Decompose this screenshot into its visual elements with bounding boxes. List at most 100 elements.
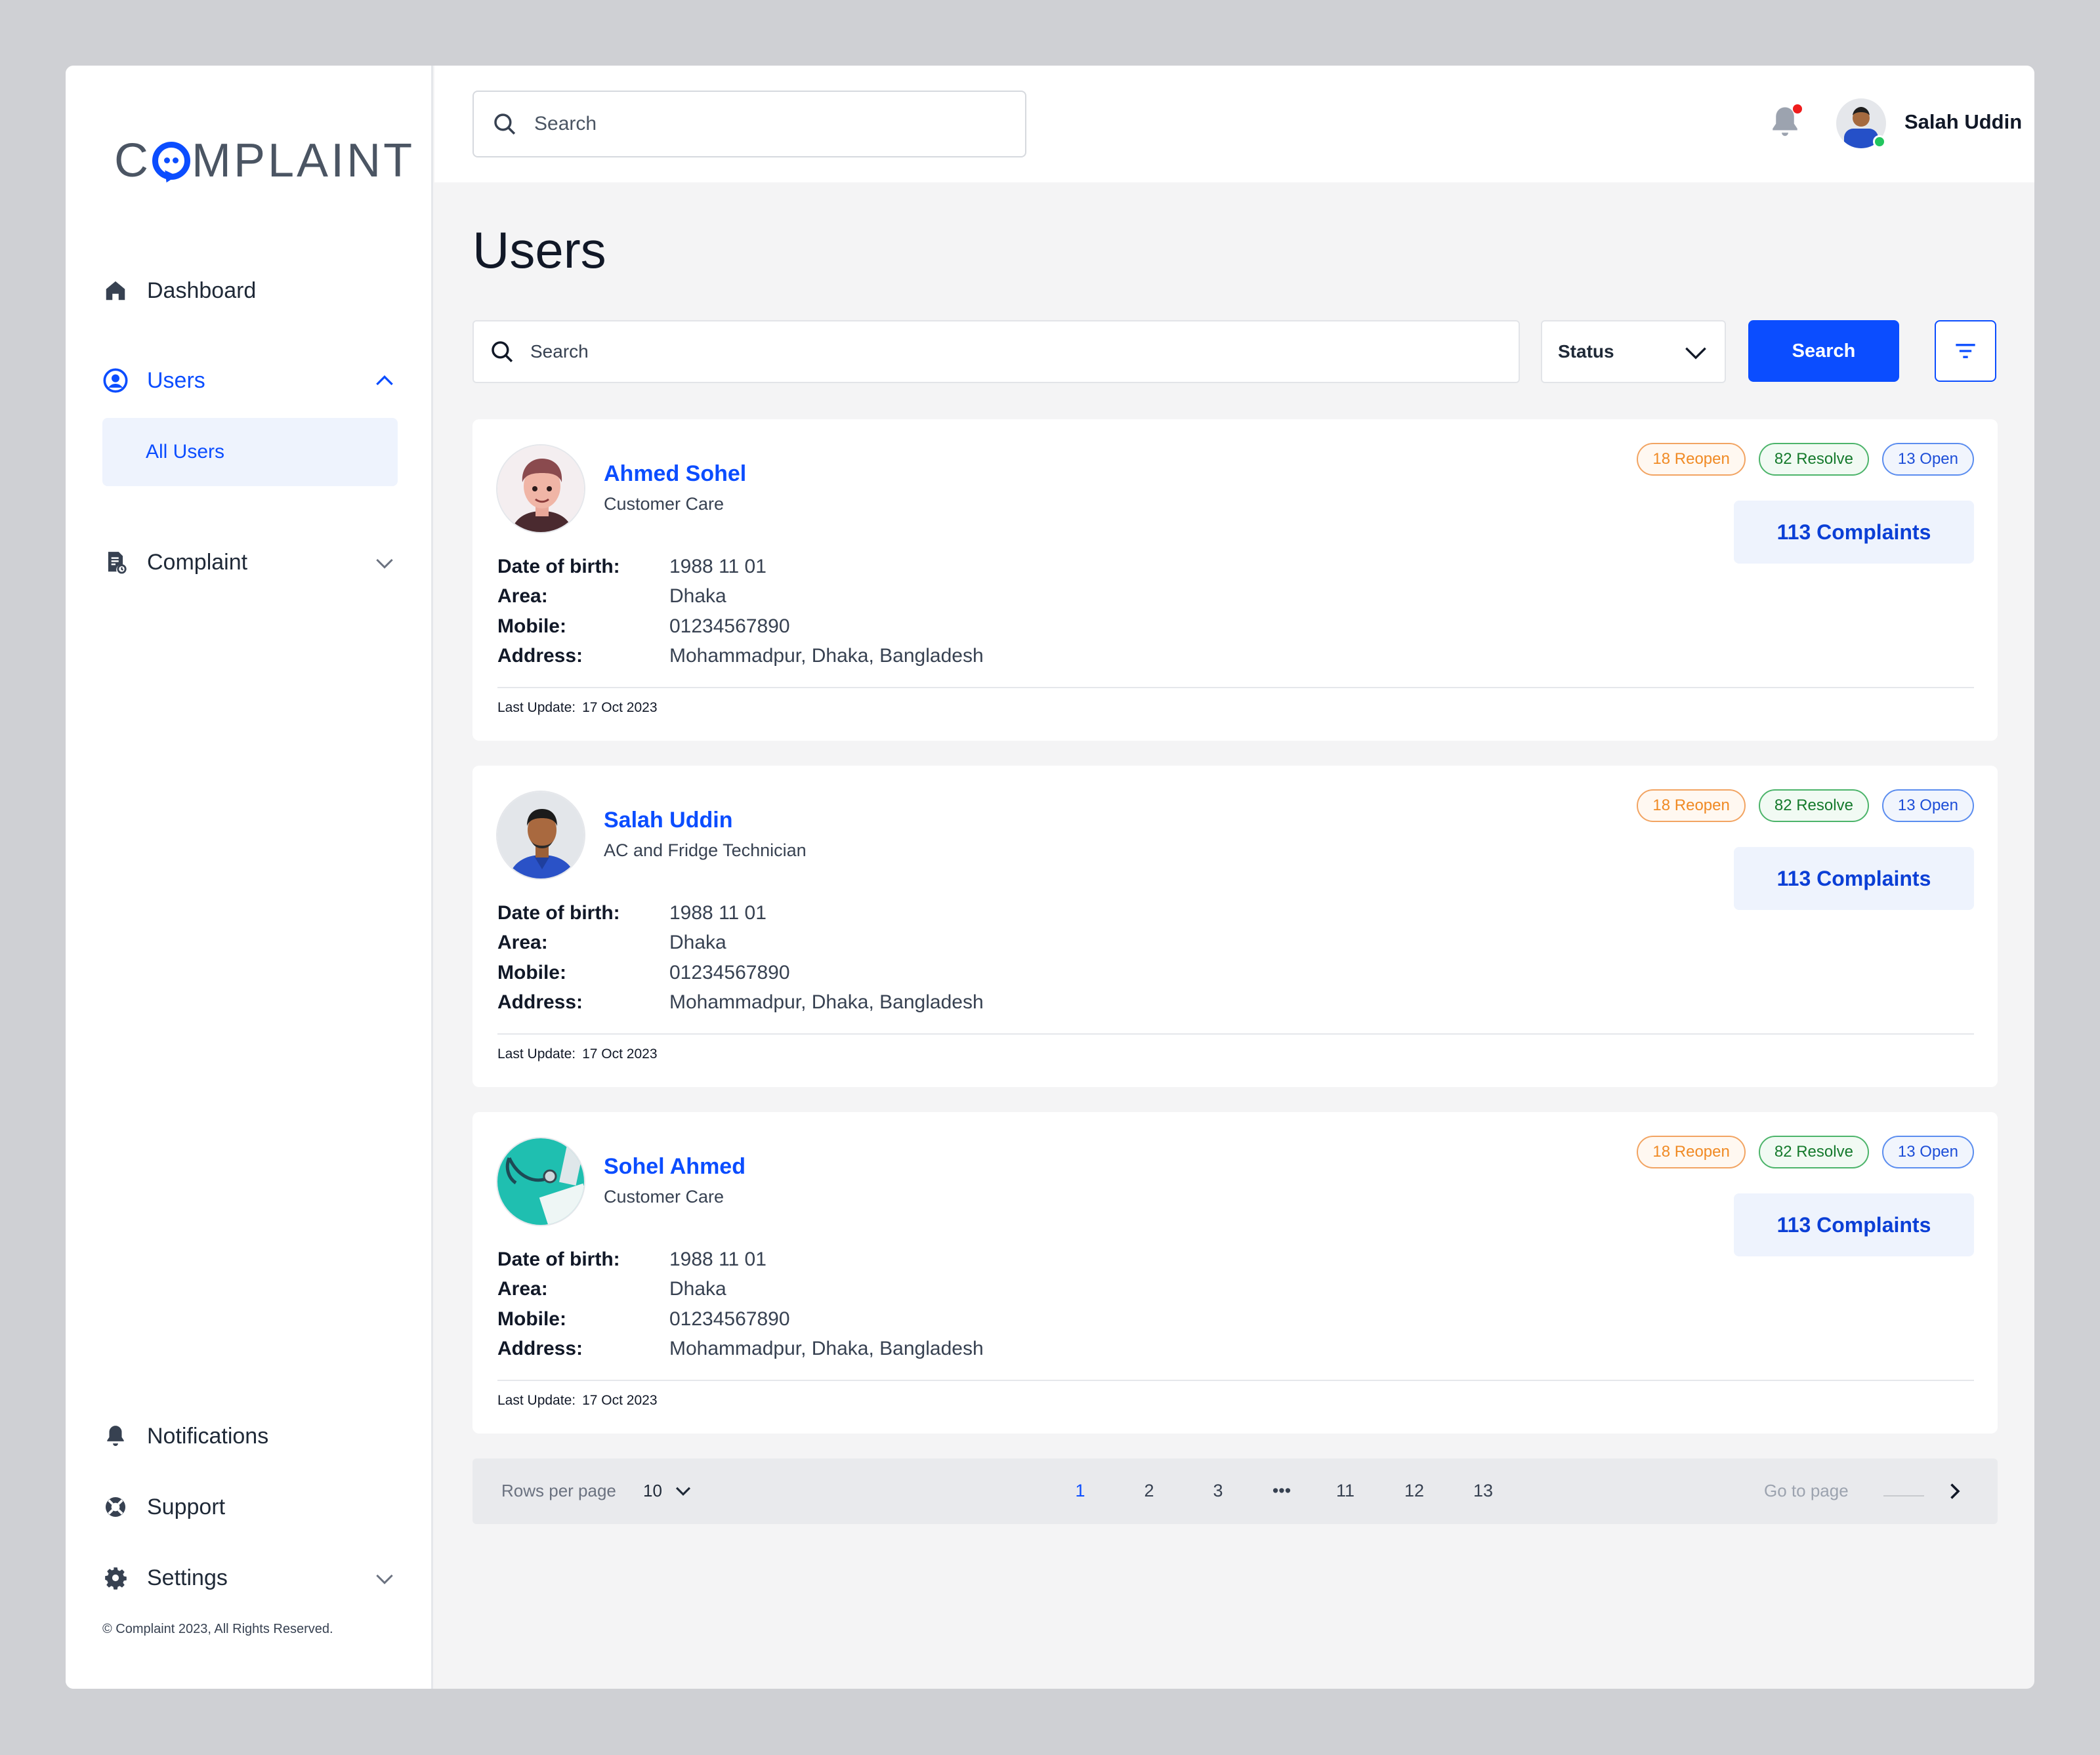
area-value: Dhaka bbox=[669, 932, 726, 954]
logo-prefix: C bbox=[114, 134, 151, 187]
dob-value: 1988 11 01 bbox=[669, 901, 766, 924]
sidebar-item-dashboard[interactable]: Dashboard bbox=[102, 268, 398, 314]
user-name[interactable]: Sohel Ahmed bbox=[604, 1154, 746, 1180]
bell-icon bbox=[102, 1423, 129, 1449]
avatar[interactable] bbox=[496, 1137, 585, 1226]
area-label: Area: bbox=[497, 1278, 548, 1300]
avatar[interactable] bbox=[496, 444, 585, 533]
resolve-badge[interactable]: 82 Resolve bbox=[1758, 443, 1869, 476]
chevron-down-icon bbox=[1685, 347, 1706, 360]
sidebar-item-support[interactable]: Support bbox=[102, 1484, 398, 1530]
home-icon bbox=[102, 278, 129, 304]
last-update: Last Update: 17 Oct 2023 bbox=[497, 1393, 658, 1409]
logo-suffix: MPLAINT bbox=[192, 134, 415, 187]
last-update: Last Update: 17 Oct 2023 bbox=[497, 1046, 658, 1062]
dob-label: Date of birth: bbox=[497, 555, 620, 577]
sidebar-item-complaint[interactable]: Complaint bbox=[102, 539, 398, 585]
global-search-input[interactable] bbox=[534, 113, 994, 135]
sidebar-item-notifications[interactable]: Notifications bbox=[102, 1413, 398, 1459]
chevron-down-icon[interactable] bbox=[371, 550, 398, 576]
sidebar-subitem-all-users[interactable]: All Users bbox=[102, 418, 398, 486]
complaints-button[interactable]: 113 Complaints bbox=[1734, 847, 1974, 910]
notification-dot bbox=[1793, 104, 1802, 114]
user-info: Date of birth: 1988 11 01 Area: Dhaka Mobi… bbox=[497, 898, 984, 1018]
filter-icon bbox=[1956, 344, 1975, 358]
resolve-badge[interactable]: 82 Resolve bbox=[1758, 789, 1869, 822]
user-card: Sohel Ahmed Customer Care 18 Reopen 82 R… bbox=[472, 1112, 1998, 1434]
search-button[interactable]: Search bbox=[1748, 320, 1899, 382]
chevron-down-icon[interactable] bbox=[672, 1479, 694, 1502]
sidebar-item-label: Settings bbox=[147, 1565, 228, 1590]
user-circle-icon bbox=[102, 367, 129, 394]
area-label: Area: bbox=[497, 932, 548, 954]
user-name[interactable]: Salah Uddin bbox=[604, 808, 732, 833]
dob-label: Date of birth: bbox=[497, 1248, 620, 1270]
sidebar-item-settings[interactable]: Settings bbox=[102, 1555, 398, 1601]
open-badge[interactable]: 13 Open bbox=[1881, 1136, 1974, 1168]
address-label: Address: bbox=[497, 1338, 583, 1360]
user-info: Date of birth: 1988 11 01 Area: Dhaka Mobi… bbox=[497, 1245, 984, 1364]
last-update-value: 17 Oct 2023 bbox=[582, 1393, 658, 1408]
user-role: AC and Fridge Technician bbox=[604, 840, 807, 860]
last-update: Last Update: 17 Oct 2023 bbox=[497, 700, 658, 716]
mobile-value: 01234567890 bbox=[669, 1308, 790, 1330]
filter-button[interactable] bbox=[1935, 320, 1996, 382]
complaints-button[interactable]: 113 Complaints bbox=[1734, 501, 1974, 564]
last-update-label: Last Update: bbox=[497, 1046, 576, 1062]
status-badges: 18 Reopen 82 Resolve 13 Open bbox=[1637, 1136, 1974, 1168]
global-search[interactable] bbox=[472, 91, 1026, 157]
search-icon bbox=[492, 341, 513, 363]
last-update-label: Last Update: bbox=[497, 1393, 576, 1408]
chevron-down-icon[interactable] bbox=[371, 1565, 398, 1592]
area-value: Dhaka bbox=[669, 585, 726, 608]
user-search[interactable] bbox=[472, 320, 1520, 383]
page-1[interactable]: 1 bbox=[1060, 1481, 1100, 1501]
sidebar-item-label: Users bbox=[147, 367, 205, 393]
avatar[interactable] bbox=[496, 791, 585, 880]
page-11[interactable]: 11 bbox=[1326, 1481, 1365, 1501]
mobile-value: 01234567890 bbox=[669, 615, 790, 637]
rows-per-page-value[interactable]: 10 bbox=[643, 1481, 662, 1501]
user-role: Customer Care bbox=[604, 494, 724, 514]
user-info: Date of birth: 1988 11 01 Area: Dhaka Mobi… bbox=[497, 552, 984, 671]
page-2[interactable]: 2 bbox=[1129, 1481, 1169, 1501]
page-ellipsis[interactable]: ••• bbox=[1262, 1481, 1301, 1501]
status-badges: 18 Reopen 82 Resolve 13 Open bbox=[1637, 789, 1974, 822]
complaints-button[interactable]: 113 Complaints bbox=[1734, 1193, 1974, 1256]
gear-icon bbox=[102, 1565, 129, 1591]
search-icon bbox=[494, 114, 516, 135]
mobile-label: Mobile: bbox=[497, 1308, 566, 1330]
logo-chat-icon bbox=[152, 142, 190, 186]
address-value: Mohammadpur, Dhaka, Bangladesh bbox=[669, 645, 984, 667]
status-dropdown[interactable]: Status bbox=[1541, 320, 1726, 383]
user-name[interactable]: Salah Uddin bbox=[1904, 110, 2022, 134]
reopen-badge[interactable]: 18 Reopen bbox=[1637, 1136, 1746, 1168]
chevron-up-icon[interactable] bbox=[371, 368, 398, 394]
user-search-input[interactable] bbox=[530, 341, 1502, 362]
page-3[interactable]: 3 bbox=[1198, 1481, 1238, 1501]
sidebar-item-users[interactable]: Users bbox=[102, 358, 398, 403]
lifebuoy-icon bbox=[102, 1494, 129, 1520]
go-to-page-input[interactable] bbox=[1883, 1495, 1924, 1497]
area-value: Dhaka bbox=[669, 1278, 726, 1300]
page-13[interactable]: 13 bbox=[1463, 1481, 1503, 1501]
reopen-badge[interactable]: 18 Reopen bbox=[1637, 443, 1746, 476]
open-badge[interactable]: 13 Open bbox=[1881, 789, 1974, 822]
logo[interactable]: C MPLAINT bbox=[114, 134, 415, 187]
user-card: Ahmed Sohel Customer Care 18 Reopen 82 R… bbox=[472, 419, 1998, 741]
reopen-badge[interactable]: 18 Reopen bbox=[1637, 789, 1746, 822]
chevron-right-icon[interactable] bbox=[1942, 1479, 1966, 1503]
address-label: Address: bbox=[497, 645, 583, 667]
address-label: Address: bbox=[497, 991, 583, 1014]
resolve-badge[interactable]: 82 Resolve bbox=[1758, 1136, 1869, 1168]
address-value: Mohammadpur, Dhaka, Bangladesh bbox=[669, 1338, 984, 1360]
sidebar: C MPLAINT Dashboard Users All Users Comp… bbox=[66, 66, 433, 1689]
sidebar-item-label: Dashboard bbox=[147, 278, 257, 303]
last-update-value: 17 Oct 2023 bbox=[582, 1046, 658, 1062]
divider bbox=[497, 687, 1974, 688]
open-badge[interactable]: 13 Open bbox=[1881, 443, 1974, 476]
online-status-dot bbox=[1873, 135, 1886, 148]
sidebar-item-label: Complaint bbox=[147, 549, 248, 575]
page-12[interactable]: 12 bbox=[1395, 1481, 1434, 1501]
user-name[interactable]: Ahmed Sohel bbox=[604, 461, 746, 487]
